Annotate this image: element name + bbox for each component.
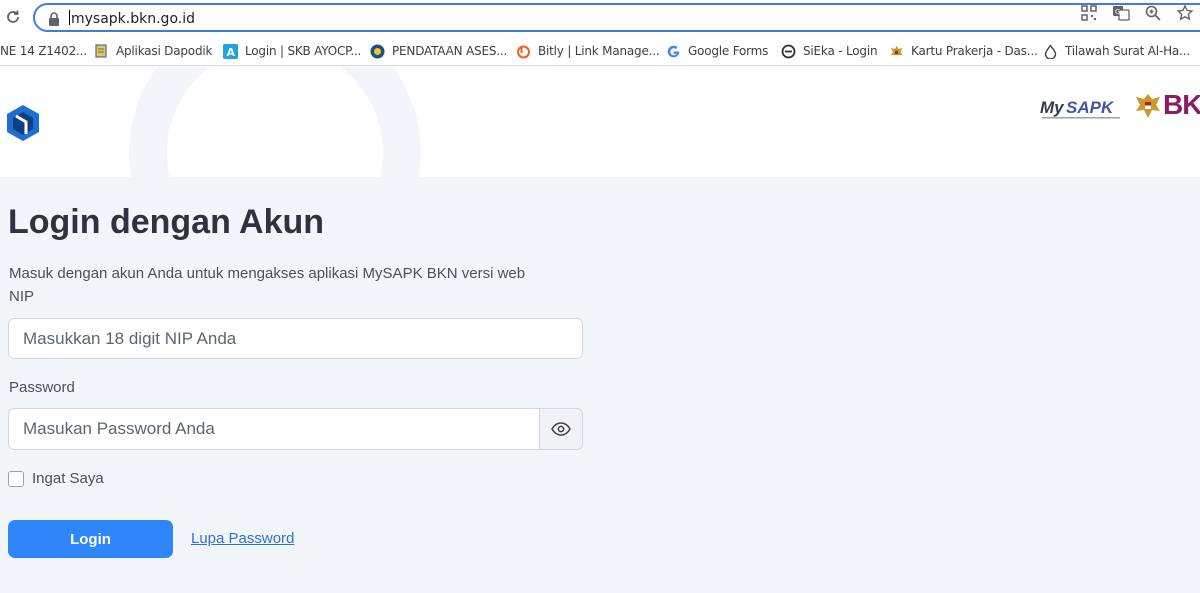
- bookmark-item[interactable]: PENDATAAN ASES...: [369, 42, 507, 60]
- site-logo-icon[interactable]: [4, 103, 42, 143]
- address-bar-actions: G: [1080, 4, 1200, 24]
- zoom-icon[interactable]: [1144, 4, 1162, 22]
- nip-input[interactable]: [8, 318, 583, 359]
- password-input[interactable]: [8, 408, 539, 450]
- login-subtitle: Masuk dengan akun Anda untuk mengakses a…: [9, 265, 526, 282]
- a-letter-icon: A: [222, 43, 238, 59]
- reload-icon[interactable]: [4, 8, 22, 26]
- forgot-password-link[interactable]: Lupa Password: [191, 530, 294, 547]
- svg-text:SAPK: SAPK: [1066, 98, 1115, 117]
- password-label: Password: [9, 379, 75, 396]
- login-button[interactable]: Login: [8, 520, 173, 558]
- globe-emblem-icon: [369, 43, 385, 59]
- remember-me-label: Ingat Saya: [32, 470, 104, 487]
- bitly-icon: [515, 43, 531, 59]
- address-bar[interactable]: mysapk.bkn.go.id: [33, 3, 1200, 32]
- bookmark-item[interactable]: Tilawah Surat Al-Ha...: [1042, 42, 1190, 60]
- google-icon: [665, 43, 681, 59]
- svg-text:My: My: [1040, 98, 1065, 117]
- decorative-circle: [129, 67, 421, 177]
- url-text[interactable]: mysapk.bkn.go.id: [69, 10, 195, 27]
- svg-text:A: A: [226, 46, 235, 59]
- browser-toolbar: mysapk.bkn.go.id G: [0, 0, 1200, 36]
- bookmark-item[interactable]: NE 14 Z1402...: [0, 42, 87, 60]
- page-title: Login dengan Akun: [8, 203, 325, 241]
- star-icon[interactable]: [1176, 4, 1194, 22]
- bookmark-item[interactable]: A Login | SKB AYOCP...: [222, 42, 361, 60]
- login-section: Login dengan Akun Masuk dengan akun Anda…: [0, 177, 1200, 593]
- garuda-icon: [888, 43, 904, 59]
- bookmark-item[interactable]: Bitly | Link Manage...: [515, 42, 660, 60]
- bookmark-item[interactable]: Aplikasi Dapodik: [93, 42, 212, 60]
- bookmark-item[interactable]: Google Forms: [665, 42, 768, 60]
- remember-me-checkbox[interactable]: [8, 470, 24, 487]
- page-header: My SAPK BK: [0, 67, 1200, 177]
- nip-label: NIP: [9, 288, 35, 305]
- bookmark-item[interactable]: Kartu Prakerja - Das...: [888, 42, 1038, 60]
- remember-me[interactable]: Ingat Saya: [8, 470, 104, 487]
- svg-text:G: G: [1115, 8, 1120, 16]
- mysapk-logo: My SAPK: [1040, 98, 1120, 119]
- bookmarks-bar: NE 14 Z1402... Aplikasi Dapodik A Login …: [0, 36, 1200, 66]
- translate-icon[interactable]: G: [1112, 4, 1130, 22]
- lock-icon[interactable]: [48, 12, 60, 26]
- drop-icon: [1042, 43, 1058, 59]
- bookmark-item[interactable]: SiEka - Login: [780, 42, 878, 60]
- eye-icon: [551, 422, 571, 436]
- document-icon: [93, 43, 109, 59]
- qr-code-icon[interactable]: [1080, 4, 1098, 22]
- garuda-emblem-icon: [1136, 94, 1160, 118]
- bkn-logo: BK: [1163, 89, 1200, 120]
- e-logo-icon: [780, 43, 796, 59]
- password-field-group: [8, 408, 583, 450]
- show-password-button[interactable]: [539, 408, 583, 450]
